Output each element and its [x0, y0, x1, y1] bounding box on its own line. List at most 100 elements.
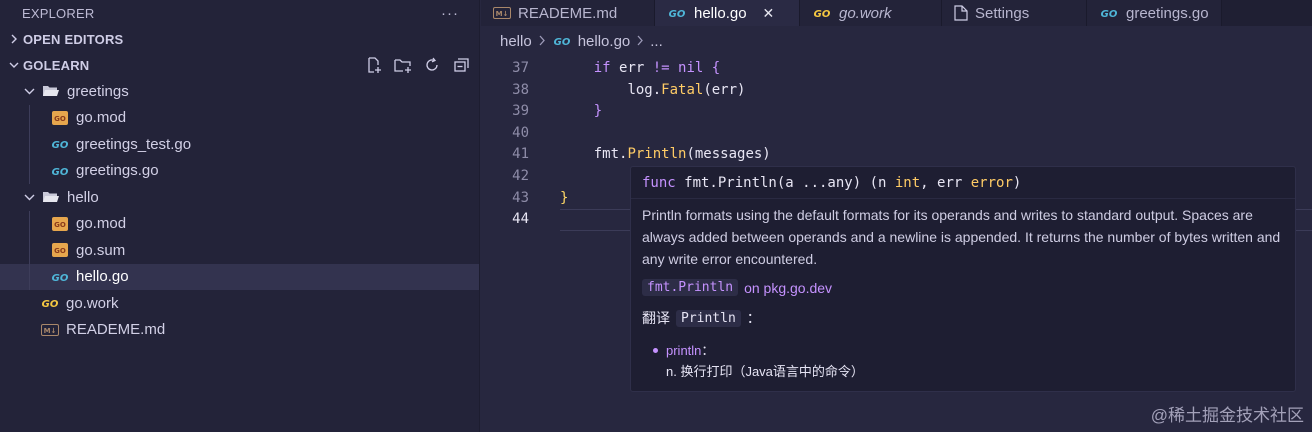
link-code[interactable]: fmt.Println — [642, 279, 739, 296]
refresh-icon[interactable] — [422, 55, 442, 75]
svg-text:GO: GO — [42, 299, 59, 308]
tree-label: greetings — [67, 82, 129, 100]
tab-go-work[interactable]: GO go.work — [800, 0, 942, 26]
svg-text:GO: GO — [52, 140, 69, 149]
open-editors-label: OPEN EDITORS — [23, 31, 124, 47]
tree-label: greetings.go — [76, 162, 159, 180]
line-number: 39 — [512, 103, 529, 120]
svg-text:GO: GO — [52, 273, 69, 282]
tree-file-go-sum[interactable]: GO go.sum — [0, 237, 479, 264]
tree-label: go.sum — [76, 241, 126, 259]
breadcrumb-symbol[interactable]: ... — [650, 33, 663, 50]
entry-word: println — [666, 343, 702, 358]
line-number: 38 — [512, 81, 529, 98]
folder-open-icon — [41, 83, 61, 99]
close-icon[interactable]: ✕ — [763, 5, 775, 22]
line-number: 40 — [512, 124, 529, 141]
workspace-label: GOLEARN — [23, 57, 90, 73]
chevron-right-icon — [538, 34, 546, 49]
tree-file-greetings-go[interactable]: GO greetings.go — [0, 157, 479, 184]
tab-greetings-go[interactable]: GO greetings.go — [1087, 0, 1222, 26]
tree-label: go.mod — [76, 109, 127, 127]
line-number: 43 — [512, 189, 529, 206]
tab-bar: M↓ READEME.md GO hello.go ✕ GO go.work S… — [481, 0, 1312, 26]
watermark: @稀土掘金技术社区 — [1150, 406, 1304, 425]
bullet-icon — [653, 348, 658, 353]
line-number: 42 — [512, 167, 529, 184]
tree-file-go-work[interactable]: GO go.work — [0, 290, 479, 317]
code-line: if err != nil { — [593, 60, 721, 76]
workspace-section[interactable]: GOLEARN — [0, 52, 479, 78]
tree-folder-hello[interactable]: hello — [0, 184, 479, 211]
chevron-down-icon — [21, 86, 37, 96]
new-folder-icon[interactable] — [393, 55, 413, 75]
translate-word: Println — [676, 309, 741, 327]
tree-file-hello-go[interactable]: GO hello.go — [0, 263, 479, 290]
translate-row: 翻译 Println ： — [631, 308, 1295, 328]
translate-label: 翻译 — [642, 310, 670, 326]
tab-label: go.work — [839, 4, 892, 22]
markdown-icon: M↓ — [493, 7, 511, 19]
line-number: 44 — [512, 211, 529, 228]
explorer-header: EXPLORER ··· — [0, 0, 479, 26]
go-sum-icon: GO — [50, 242, 70, 258]
hover-tooltip: func fmt.Println(a ...any) (n int, err e… — [630, 166, 1296, 392]
tree-file-go-mod[interactable]: GO go.mod — [0, 104, 479, 131]
tree-label: hello — [67, 188, 99, 206]
chevron-right-icon — [636, 34, 644, 49]
pkg-go-dev-link[interactable]: on pkg.go.dev — [744, 280, 832, 296]
tab-label: Settings — [975, 4, 1030, 22]
tree-label: READEME.md — [66, 321, 166, 339]
translate-colon: ： — [746, 310, 761, 326]
tree-file-greetings-test[interactable]: GO greetings_test.go — [0, 131, 479, 158]
collapse-all-icon[interactable] — [451, 55, 471, 75]
translation-entry: println ： — [653, 340, 1295, 361]
go-file-icon: GO — [1099, 8, 1119, 18]
code-line: log.Fatal(err) — [627, 81, 746, 98]
go-file-icon: GO — [667, 8, 687, 18]
more-actions-icon[interactable]: ··· — [441, 5, 459, 22]
svg-text:GO: GO — [54, 221, 66, 229]
file-icon — [954, 5, 968, 21]
svg-text:GO: GO — [814, 9, 831, 18]
chevron-right-icon — [6, 34, 22, 44]
new-file-icon[interactable] — [364, 55, 384, 75]
tree-file-hello-go-mod[interactable]: GO go.mod — [0, 210, 479, 237]
tree-label: greetings_test.go — [76, 135, 192, 153]
tree-folder-greetings[interactable]: greetings — [0, 78, 479, 105]
tab-settings[interactable]: Settings — [942, 0, 1087, 26]
go-file-icon: GO — [552, 36, 572, 46]
chevron-down-icon — [6, 60, 22, 70]
explorer-sidebar: EXPLORER ··· OPEN EDITORS GOLEARN greeti… — [0, 0, 480, 432]
svg-text:GO: GO — [52, 167, 69, 176]
open-editors-section[interactable]: OPEN EDITORS — [0, 26, 479, 52]
code-line: } — [593, 103, 603, 120]
line-number: 41 — [512, 146, 529, 163]
entry-colon: ： — [701, 343, 715, 358]
code-line: fmt.Println(messages) — [593, 146, 771, 163]
go-work-icon: GO — [812, 8, 832, 18]
tab-label: greetings.go — [1126, 4, 1209, 22]
svg-text:GO: GO — [54, 247, 66, 255]
go-file-icon: GO — [50, 163, 70, 179]
breadcrumb-folder[interactable]: hello — [500, 33, 532, 50]
tab-hello-go[interactable]: GO hello.go ✕ — [655, 0, 800, 26]
explorer-title: EXPLORER — [22, 5, 95, 21]
tab-label: READEME.md — [518, 4, 618, 22]
svg-text:M↓: M↓ — [44, 327, 57, 335]
chevron-down-icon — [21, 192, 37, 202]
hover-signature: func fmt.Println(a ...any) (n int, err e… — [631, 167, 1295, 199]
tree-label: go.mod — [76, 215, 127, 233]
breadcrumb-file[interactable]: hello.go — [578, 33, 631, 50]
entry-definition: n. 换行打印（Java语言中的命令） — [666, 364, 864, 379]
line-number: 37 — [512, 60, 529, 76]
hover-doc-link[interactable]: fmt.Println on pkg.go.dev — [631, 279, 1295, 296]
translation-list: println ： n. 换行打印（Java语言中的命令） — [631, 340, 1295, 382]
tab-readme[interactable]: M↓ READEME.md — [481, 0, 655, 26]
go-work-icon: GO — [40, 295, 60, 311]
tree-file-readme[interactable]: M↓ READEME.md — [0, 317, 479, 344]
tree-label: hello.go — [76, 268, 129, 286]
svg-text:GO: GO — [1101, 9, 1118, 18]
line-number-gutter: 37 38 39 40 41 42 43 44 — [481, 58, 559, 231]
markdown-icon: M↓ — [40, 322, 60, 338]
